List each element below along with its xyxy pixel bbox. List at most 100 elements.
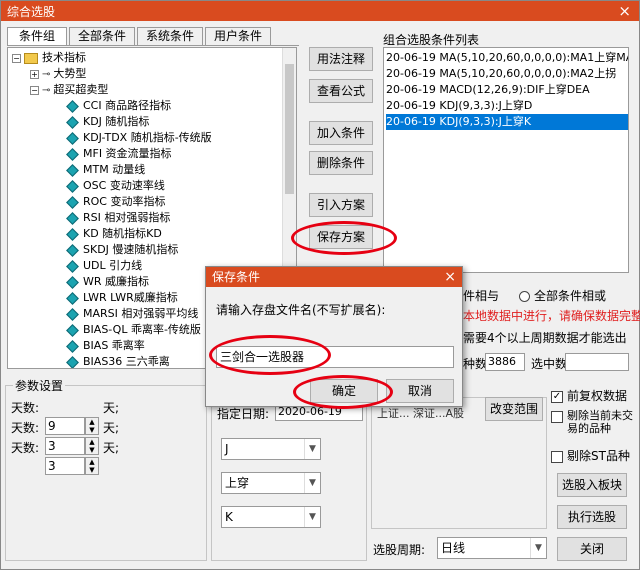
checkbox-icon[interactable] [551,411,563,423]
forward-adjust-checkbox[interactable]: ✓ 前复权数据 [551,387,627,404]
tree-item[interactable]: KD 随机指标KD [66,226,162,242]
condition-list[interactable]: 20-06-19 MA(5,10,20,60,0,0,0,0):MA1上穿MA … [383,47,629,273]
import-plan-button[interactable]: 引入方案 [309,193,373,217]
spin-down-icon[interactable]: ▼ [86,466,98,474]
date-label: 指定日期: [217,407,270,421]
param-input-2[interactable]: 3 [45,437,85,455]
local-data-note: 本地数据中进行，请确保数据完整 [463,309,640,323]
logic-or-radio[interactable]: 全部条件相或 [519,287,606,304]
chevron-down-icon[interactable]: ▼ [304,473,320,493]
tree-item[interactable]: MARSI 相对强弱平均线 [66,306,198,322]
save-plan-button[interactable]: 保存方案 [309,225,373,249]
exclude-st-checkbox[interactable]: 剔除ST品种 [551,447,630,464]
tab-condition-group[interactable]: 条件组 [7,27,67,46]
tree-item[interactable]: SKDJ 慢速随机指标 [66,242,178,258]
tab-system-conditions[interactable]: 系统条件 [137,27,203,45]
period-combo[interactable]: 日线 ▼ [437,537,547,559]
view-formula-button[interactable]: 查看公式 [309,79,373,103]
usage-note-button[interactable]: 用法注释 [309,47,373,71]
combo-cross-type[interactable]: 上穿 ▼ [221,472,321,494]
param-row-2: 天数: 3 ▲ ▼ 天; [11,419,119,455]
filename-input[interactable]: 三剑合一选股器 [216,346,454,368]
collapse-icon[interactable]: − [12,53,21,63]
tab-all-conditions[interactable]: 全部条件 [69,27,135,45]
tree-item[interactable]: OSC 变动速率线 [66,178,165,194]
tree-group-overbought[interactable]: − ⊸ 超买超卖型 [30,82,108,98]
logic-and-label: 件相与 [463,289,500,303]
chevron-down-icon[interactable]: ▼ [304,507,320,527]
radio-icon[interactable] [519,291,530,302]
combo-line-a[interactable]: J ▼ [221,438,321,460]
tab-user-conditions[interactable]: 用户条件 [205,27,271,45]
param-input-1[interactable]: 9 [45,417,85,435]
tree-root[interactable]: − 技术指标 [12,50,86,66]
tree-item[interactable]: MFI 资金流量指标 [66,146,172,162]
dialog-close-icon[interactable]: × [444,267,456,287]
combo-line-b[interactable]: K ▼ [221,506,321,528]
indicator-icon [66,147,79,161]
chevron-down-icon[interactable]: ▼ [530,538,546,558]
tree-group-trend[interactable]: + ⊸ 大势型 [30,66,86,82]
checkbox-icon[interactable] [551,450,563,463]
change-range-button[interactable]: 改变范围 [485,397,543,421]
delete-condition-button[interactable]: 删除条件 [309,151,373,175]
chevron-down-icon[interactable]: ▼ [304,439,320,459]
indicator-icon [66,323,79,337]
indicator-icon [66,115,79,129]
condition-item[interactable]: 20-06-19 MA(5,10,20,60,0,0,0,0):MA2上拐 [386,66,628,82]
spin-up-icon[interactable]: ▲ [86,418,98,426]
ok-button[interactable]: 确定 [310,379,378,403]
tree-item[interactable]: BIAS-QL 乖离率-传统版 [66,322,201,338]
tree-item[interactable]: KDJ 随机指标 [66,114,149,130]
expand-icon[interactable]: + [30,69,39,79]
condition-item[interactable]: 20-06-19 MACD(12,26,9):DIF上穿DEA [386,82,628,98]
selected-count-field [565,353,629,371]
range-text: 上证... 深证...A股 [377,407,465,420]
tree-item[interactable]: UDL 引力线 [66,258,142,274]
execute-button[interactable]: 执行选股 [557,505,627,529]
param-input-3[interactable]: 3 [45,457,85,475]
spin-buttons[interactable]: ▲ ▼ [85,437,99,455]
close-icon[interactable]: × [618,1,631,21]
folder-icon [24,52,38,64]
indicator-icon [66,243,79,257]
param-label: 天数: [11,441,40,455]
dialog-title: 保存条件 [206,267,462,287]
period-label: 选股周期: [373,543,426,557]
select-into-block-button[interactable]: 选股入板块 [557,473,627,497]
close-button[interactable]: 关闭 [557,537,627,561]
species-count-label: 种数 [463,357,488,371]
condition-item[interactable]: 20-06-19 KDJ(9,3,3):J上穿D [386,98,628,114]
add-condition-button[interactable]: 加入条件 [309,121,373,145]
exclude-untraded-checkbox[interactable]: 剔除当前未交易的品种 [551,409,639,435]
spin-up-icon[interactable]: ▲ [86,438,98,446]
key-icon: ⊸ [42,85,51,96]
tree-item[interactable]: MTM 动量线 [66,162,145,178]
indicator-icon [66,259,79,273]
spin-up-icon[interactable]: ▲ [86,458,98,466]
tree-item[interactable]: ROC 变动率指标 [66,194,165,210]
checkbox-checked-icon[interactable]: ✓ [551,390,563,403]
tree-item[interactable]: RSI 相对强弱指标 [66,210,170,226]
indicator-icon [66,339,79,353]
collapse-icon[interactable]: − [30,85,39,95]
tree-item[interactable]: CCI 商品路径指标 [66,98,171,114]
params-title: 参数设置 [13,377,66,394]
param-unit: 天; [103,441,120,455]
condition-item-selected[interactable]: 20-06-19 KDJ(9,3,3):J上穿K [386,114,628,130]
tree-item[interactable]: WR 威廉指标 [66,274,149,290]
key-icon: ⊸ [42,69,51,80]
scrollbar-thumb[interactable] [285,64,294,194]
cancel-button[interactable]: 取消 [386,379,454,403]
tree-item[interactable]: LWR LWR威廉指标 [66,290,178,306]
tree-item[interactable]: BIAS36 三六乖离 [66,354,170,368]
save-dialog: 保存条件 × 请输入存盘文件名(不写扩展名): 三剑合一选股器 确定 取消 [205,266,463,407]
spin-down-icon[interactable]: ▼ [86,426,98,434]
spin-down-icon[interactable]: ▼ [86,446,98,454]
tree-item[interactable]: BIAS 乖离率 [66,338,145,354]
spin-buttons[interactable]: ▲ ▼ [85,417,99,435]
tree-item[interactable]: KDJ-TDX 随机指标-传统版 [66,130,212,146]
spin-buttons[interactable]: ▲ ▼ [85,457,99,475]
indicator-icon [66,275,79,289]
condition-item[interactable]: 20-06-19 MA(5,10,20,60,0,0,0,0):MA1上穿MA [386,50,628,66]
